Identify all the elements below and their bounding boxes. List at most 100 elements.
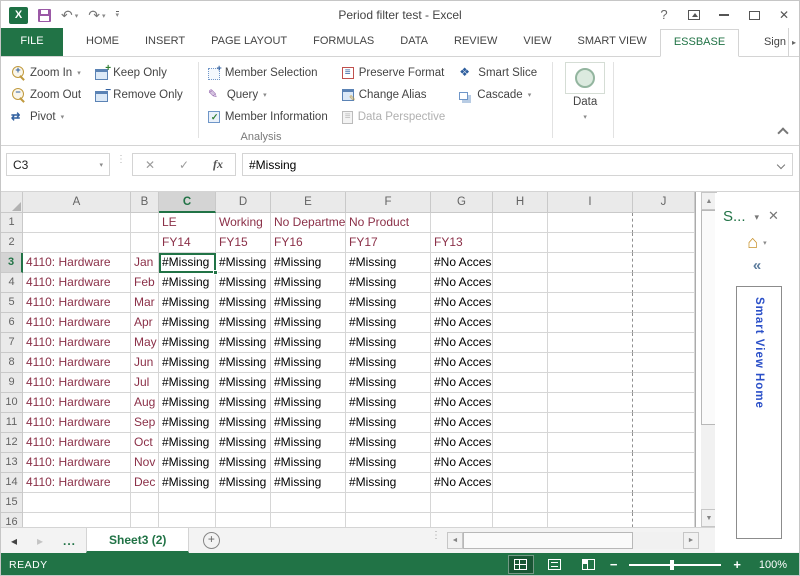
cell-h13[interactable] — [493, 453, 548, 473]
column-header-j[interactable]: J — [633, 192, 695, 213]
tab-scroll-right-button[interactable] — [788, 28, 799, 56]
cell-c4[interactable]: #Missing — [159, 273, 216, 293]
panel-collapse-button[interactable] — [715, 257, 799, 275]
cell-a2[interactable] — [23, 233, 131, 253]
home-dropdown-icon[interactable] — [763, 235, 767, 253]
tab-file[interactable]: FILE — [1, 28, 63, 56]
cell-d14[interactable]: #Missing — [216, 473, 271, 493]
chevron-down-icon[interactable] — [263, 86, 267, 104]
cell-i10[interactable] — [548, 393, 633, 413]
cell-f5[interactable]: #Missing — [346, 293, 431, 313]
cell-i3[interactable] — [548, 253, 633, 273]
cell-e1[interactable]: No Department — [271, 213, 346, 233]
cell-j5[interactable] — [633, 293, 695, 313]
cell-d9[interactable]: #Missing — [216, 373, 271, 393]
cell-e6[interactable]: #Missing — [271, 313, 346, 333]
sheet-tab-active[interactable]: Sheet3 (2) — [86, 528, 190, 553]
chevron-down-icon[interactable] — [61, 108, 65, 126]
expand-formula-bar-icon[interactable] — [776, 160, 786, 169]
smart-view-home-tab[interactable]: Smart View Home — [736, 286, 782, 539]
cell-a7[interactable]: 4110: Hardware — [23, 333, 131, 353]
member-selection-button[interactable]: Member Selection — [204, 62, 332, 84]
column-header-d[interactable]: D — [216, 192, 271, 213]
cell-f14[interactable]: #Missing — [346, 473, 431, 493]
cell-g11[interactable]: #No Access — [431, 413, 493, 433]
row-header-13[interactable]: 13 — [1, 453, 23, 473]
cell-a13[interactable]: 4110: Hardware — [23, 453, 131, 473]
pivot-button[interactable]: Pivot — [7, 106, 85, 128]
cascade-button[interactable]: Cascade — [455, 84, 541, 106]
zoom-out-button[interactable]: Zoom Out — [7, 84, 85, 106]
cell-e5[interactable]: #Missing — [271, 293, 346, 313]
cell-c14[interactable]: #Missing — [159, 473, 216, 493]
cell-a12[interactable]: 4110: Hardware — [23, 433, 131, 453]
keep-only-button[interactable]: Keep Only — [91, 62, 187, 84]
sign-in-button[interactable]: Sign — [764, 36, 788, 48]
name-box[interactable]: C3 — [6, 153, 110, 176]
cell-i9[interactable] — [548, 373, 633, 393]
cell-e8[interactable]: #Missing — [271, 353, 346, 373]
cell-h6[interactable] — [493, 313, 548, 333]
cell-h8[interactable] — [493, 353, 548, 373]
cell-a14[interactable]: 4110: Hardware — [23, 473, 131, 493]
row-header-14[interactable]: 14 — [1, 473, 23, 493]
horizontal-scroll-thumb[interactable] — [463, 532, 633, 549]
cell-h7[interactable] — [493, 333, 548, 353]
cell-b16[interactable] — [131, 513, 159, 527]
cell-e16[interactable] — [271, 513, 346, 527]
tab-data[interactable]: DATA — [387, 28, 441, 56]
cell-f9[interactable]: #Missing — [346, 373, 431, 393]
preserve-format-button[interactable]: Preserve Format — [338, 62, 450, 84]
row-header-5[interactable]: 5 — [1, 293, 23, 313]
cell-g12[interactable]: #No Access — [431, 433, 493, 453]
cell-d5[interactable]: #Missing — [216, 293, 271, 313]
cell-h5[interactable] — [493, 293, 548, 313]
cell-i7[interactable] — [548, 333, 633, 353]
row-header-4[interactable]: 4 — [1, 273, 23, 293]
column-header-e[interactable]: E — [271, 192, 346, 213]
cell-j1[interactable] — [633, 213, 695, 233]
cell-c15[interactable] — [159, 493, 216, 513]
cell-a15[interactable] — [23, 493, 131, 513]
tab-essbase[interactable]: ESSBASE — [659, 29, 740, 57]
cell-d16[interactable] — [216, 513, 271, 527]
customize-qat-button[interactable] — [115, 10, 120, 19]
cell-c11[interactable]: #Missing — [159, 413, 216, 433]
cell-j2[interactable] — [633, 233, 695, 253]
scrollbar-grip[interactable]: ⋮ — [431, 531, 441, 541]
row-header-3[interactable]: 3 — [1, 253, 23, 273]
remove-only-button[interactable]: Remove Only — [91, 84, 187, 106]
cell-g2[interactable]: FY13 — [431, 233, 493, 253]
normal-view-button[interactable] — [507, 555, 534, 574]
save-button[interactable] — [38, 8, 51, 22]
cell-b13[interactable]: Nov — [131, 453, 159, 473]
cell-c5[interactable]: #Missing — [159, 293, 216, 313]
cell-d12[interactable]: #Missing — [216, 433, 271, 453]
cell-a9[interactable]: 4110: Hardware — [23, 373, 131, 393]
cell-g14[interactable]: #No Access — [431, 473, 493, 493]
tab-page-layout[interactable]: PAGE LAYOUT — [198, 28, 300, 56]
cell-i4[interactable] — [548, 273, 633, 293]
cell-e14[interactable]: #Missing — [271, 473, 346, 493]
cell-c6[interactable]: #Missing — [159, 313, 216, 333]
cell-d3[interactable]: #Missing — [216, 253, 271, 273]
cell-h3[interactable] — [493, 253, 548, 273]
cell-h2[interactable] — [493, 233, 548, 253]
cell-f15[interactable] — [346, 493, 431, 513]
cell-i13[interactable] — [548, 453, 633, 473]
formula-bar-grip[interactable]: ⋮ — [116, 153, 126, 165]
cell-h16[interactable] — [493, 513, 548, 527]
cell-b15[interactable] — [131, 493, 159, 513]
cell-g8[interactable]: #No Access — [431, 353, 493, 373]
redo-button[interactable] — [88, 7, 105, 24]
zoom-level[interactable]: 100% — [749, 559, 787, 571]
cell-g16[interactable] — [431, 513, 493, 527]
cell-b7[interactable]: May — [131, 333, 159, 353]
new-sheet-button[interactable] — [189, 528, 233, 553]
cell-i6[interactable] — [548, 313, 633, 333]
page-layout-view-button[interactable] — [542, 555, 568, 574]
cell-c9[interactable]: #Missing — [159, 373, 216, 393]
fill-handle[interactable] — [213, 270, 218, 275]
close-button[interactable] — [769, 4, 799, 26]
cell-d7[interactable]: #Missing — [216, 333, 271, 353]
